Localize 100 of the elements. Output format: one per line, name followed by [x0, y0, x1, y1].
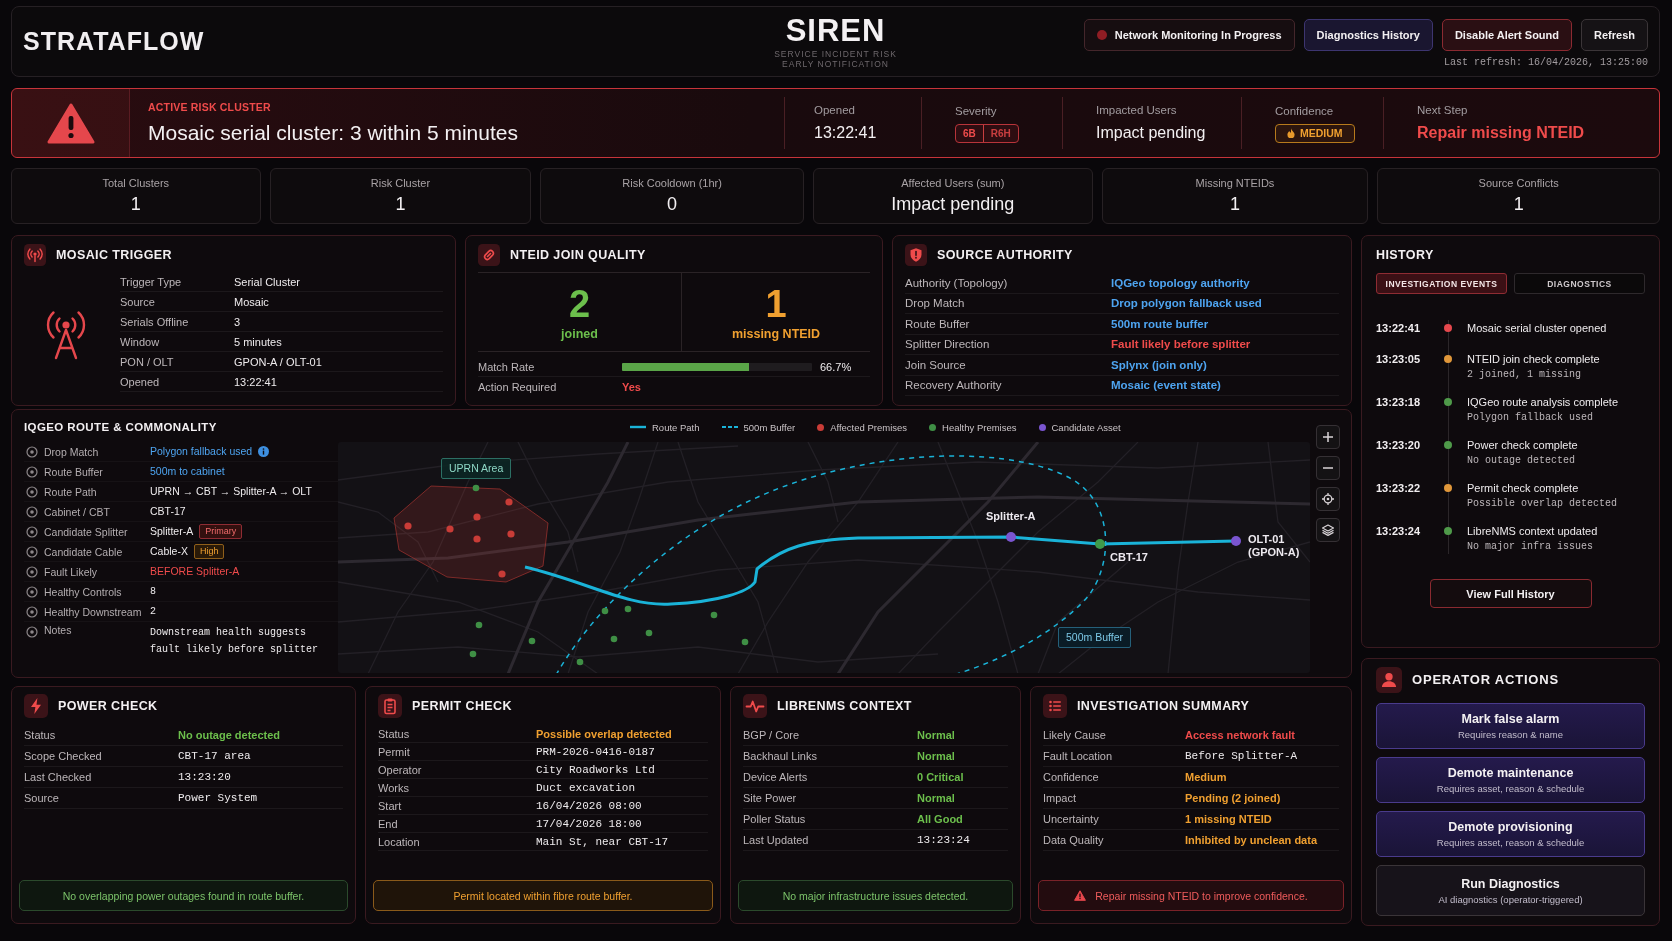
ring-icon: [26, 465, 38, 478]
row-label: Trigger Type: [120, 275, 183, 288]
action-button[interactable]: Run Diagnostics AI diagnostics (operator-triggered): [1376, 865, 1645, 916]
row-label: Location: [378, 835, 421, 848]
panel-title: NTEID JOIN QUALITY: [510, 247, 646, 263]
action-button[interactable]: Demote provisioning Requires asset, reason & schedule: [1376, 811, 1645, 857]
row-value: Duct excavation: [536, 781, 637, 794]
link-icon: [478, 244, 500, 266]
event-time: 13:23:18: [1376, 395, 1422, 410]
node-label: Splitter-A: [986, 510, 1036, 523]
field-label: Impacted Users: [1096, 103, 1177, 117]
legend-label: Healthy Premises: [942, 421, 1017, 433]
row-value: CBT-17: [150, 504, 186, 519]
zoom-in-button[interactable]: [1316, 425, 1340, 449]
row-value: UPRN → CBT → Splitter-A → OLT: [150, 484, 312, 499]
row-label: Route Path: [44, 485, 98, 498]
row-label: PON / OLT: [120, 355, 175, 368]
action-button[interactable]: Demote maintenance Requires asset, reason & schedule: [1376, 757, 1645, 803]
event-title: IQGeo route analysis complete: [1467, 395, 1620, 410]
layers-icon: [1322, 524, 1334, 536]
row-label: Match Rate: [478, 360, 536, 373]
panel-title: LIBRENMS CONTEXT: [777, 698, 912, 714]
row-value: Fault likely before splitter: [1111, 338, 1252, 351]
row-label: Serials Offline: [120, 315, 190, 328]
tab[interactable]: DIAGNOSTICS: [1514, 273, 1645, 294]
row-value: Serial Cluster: [234, 275, 302, 288]
header-button[interactable]: Network Monitoring In Progress: [1083, 19, 1295, 51]
event-time: 13:23:22: [1376, 481, 1422, 496]
row-label: Uncertainty: [1043, 813, 1100, 825]
stat-value: 1: [1513, 194, 1524, 215]
row-label: Splitter Direction: [905, 338, 991, 351]
lightning-icon: [24, 694, 48, 718]
header-button[interactable]: Diagnostics History: [1303, 19, 1433, 51]
header-button[interactable]: Refresh: [1581, 19, 1648, 51]
stat-label: Risk Cluster: [370, 177, 431, 189]
stat-value: 1: [1229, 194, 1240, 215]
row-value: No outage detected: [178, 729, 282, 741]
panel-title: POWER CHECK: [58, 698, 158, 714]
status-dot-icon: [1096, 30, 1107, 40]
count-label: joined: [561, 326, 598, 341]
row-value: Cable-X: [150, 544, 188, 559]
event-time: 13:23:24: [1376, 524, 1422, 539]
panel-title: HISTORY: [1376, 247, 1435, 263]
row-value: Mosaic (event state): [1111, 379, 1222, 392]
row-value: 17/04/2026 18:00: [536, 817, 643, 830]
row-label: Notes: [44, 624, 73, 636]
legend-label: 500m Buffer: [743, 421, 796, 433]
row-label: BGP / Core: [743, 729, 801, 741]
broadcast-icon: [24, 244, 46, 266]
row-value: 1 missing NTEID: [1185, 813, 1273, 825]
row-label: Status: [24, 729, 57, 741]
event-time: 13:23:05: [1376, 352, 1422, 367]
person-icon: [1376, 667, 1402, 693]
ring-icon: [26, 445, 38, 458]
row-value: Splitter-A: [150, 524, 194, 539]
buffer-label: 500m Buffer: [1058, 627, 1131, 648]
stat-label: Affected Users (sum): [901, 177, 1005, 189]
pulse-icon: [743, 694, 767, 718]
note-text: No overlapping power outages found in route buffer.: [62, 889, 305, 902]
ring-icon: [26, 525, 38, 538]
zoom-out-button[interactable]: [1316, 456, 1340, 480]
list-icon: [1043, 694, 1067, 718]
row-value: 5 minutes: [234, 335, 283, 348]
layers-button[interactable]: [1316, 518, 1340, 542]
area-label: UPRN Area: [441, 458, 512, 479]
row-value: Yes: [622, 381, 642, 393]
node-label: CBT-17: [1110, 551, 1148, 564]
row-label: Source: [120, 295, 156, 308]
event-title: Permit check complete: [1467, 481, 1580, 496]
row-label: Site Power: [743, 792, 798, 804]
row-label: Start: [378, 799, 403, 812]
row-label: Recovery Authority: [905, 379, 1003, 392]
header-button[interactable]: Disable Alert Sound: [1441, 19, 1573, 51]
stat-label: Total Clusters: [102, 177, 170, 189]
stat-label: Source Conflicts: [1478, 177, 1559, 189]
ring-icon: [26, 565, 38, 578]
row-label: Works: [378, 781, 410, 794]
row-value: 8: [150, 585, 156, 599]
shield-icon: [905, 244, 927, 266]
row-label: Source: [24, 792, 60, 804]
row-value: Normal: [917, 729, 956, 741]
last-refresh-text: Last refresh: 16/04/2026, 13:25:00: [1443, 57, 1648, 68]
badge-label: MEDIUM: [1300, 127, 1343, 139]
row-label: Join Source: [905, 358, 967, 371]
stat-value: 1: [130, 194, 141, 215]
action-button[interactable]: Mark false alarm Requires reason & name: [1376, 703, 1645, 749]
field-label: Severity: [955, 103, 997, 118]
event-detail: 2 joined, 1 missing: [1467, 368, 1583, 382]
event-time: 13:23:20: [1376, 438, 1422, 453]
row-value: 13:23:20: [178, 771, 232, 783]
view-history-button[interactable]: View Full History: [1429, 579, 1592, 608]
app-title: SIREN: [784, 14, 887, 47]
row-value: BEFORE Splitter-A: [150, 564, 240, 579]
row-label: Candidate Cable: [44, 545, 124, 558]
alert-title: Mosaic serial cluster: 3 within 5 minutes: [148, 121, 519, 145]
row-label: Last Checked: [24, 771, 93, 783]
tab[interactable]: INVESTIGATION EVENTS: [1376, 273, 1507, 294]
target-icon: [1322, 493, 1334, 505]
locate-button[interactable]: [1316, 487, 1340, 511]
row-value: Mosaic: [234, 295, 270, 308]
